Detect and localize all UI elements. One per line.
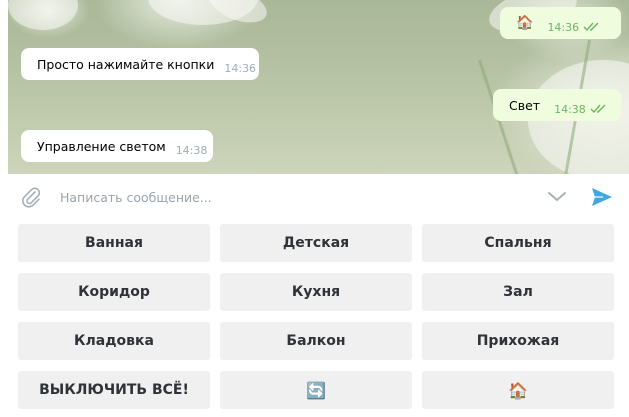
paperclip-icon[interactable]	[20, 185, 42, 209]
reply-keyboard: Ванная Детская Спальня Коридор Кухня Зал…	[18, 224, 615, 409]
double-check-icon	[583, 20, 601, 35]
keyboard-button-refresh[interactable]: 🔄	[220, 371, 412, 409]
keyboard-button-detskaya[interactable]: Детская	[220, 224, 412, 262]
message-outgoing[interactable]: 🏠 14:36	[500, 7, 621, 39]
keyboard-button-koridor[interactable]: Коридор	[18, 273, 210, 311]
composer	[8, 174, 629, 220]
message-text: Просто нажимайте кнопки	[37, 56, 215, 72]
keyboard-button-home[interactable]: 🏠	[422, 371, 614, 409]
keyboard-button-prikhozhaya[interactable]: Прихожая	[422, 322, 614, 360]
message-incoming[interactable]: Управление светом 14:38	[21, 130, 213, 162]
keyboard-button-zal[interactable]: Зал	[422, 273, 614, 311]
message-text: Свет	[509, 97, 541, 113]
message-text: 🏠	[516, 15, 534, 31]
keyboard-button-vannaya[interactable]: Ванная	[18, 224, 210, 262]
chevron-down-icon[interactable]	[546, 187, 568, 207]
keyboard-button-turn-off-all[interactable]: ВЫКЛЮЧИТЬ ВСЁ!	[18, 371, 210, 409]
send-icon[interactable]	[590, 185, 614, 209]
message-time: 14:36	[224, 61, 257, 75]
keyboard-button-spalnya[interactable]: Спальня	[422, 224, 614, 262]
house-icon: 🏠	[508, 380, 528, 400]
message-time: 14:38	[175, 143, 208, 157]
chat-area[interactable]: 🏠 14:36 Просто нажимайте кнопки 14:36 Св…	[8, 0, 629, 174]
message-outgoing[interactable]: Свет 14:38	[493, 89, 621, 121]
message-text: Управление светом	[37, 138, 166, 154]
keyboard-button-kukhnya[interactable]: Кухня	[220, 273, 412, 311]
double-check-icon	[590, 102, 608, 117]
telegram-window: 🏠 14:36 Просто нажимайте кнопки 14:36 Св…	[8, 0, 629, 417]
keyboard-button-balkon[interactable]: Балкон	[220, 322, 412, 360]
refresh-icon: 🔄	[306, 380, 326, 400]
background-petal	[8, 0, 78, 30]
message-time: 14:36	[547, 20, 580, 34]
message-incoming[interactable]: Просто нажимайте кнопки 14:36	[21, 48, 259, 80]
message-time: 14:38	[554, 102, 586, 116]
keyboard-button-kladovka[interactable]: Кладовка	[18, 322, 210, 360]
message-input[interactable]	[60, 186, 530, 208]
